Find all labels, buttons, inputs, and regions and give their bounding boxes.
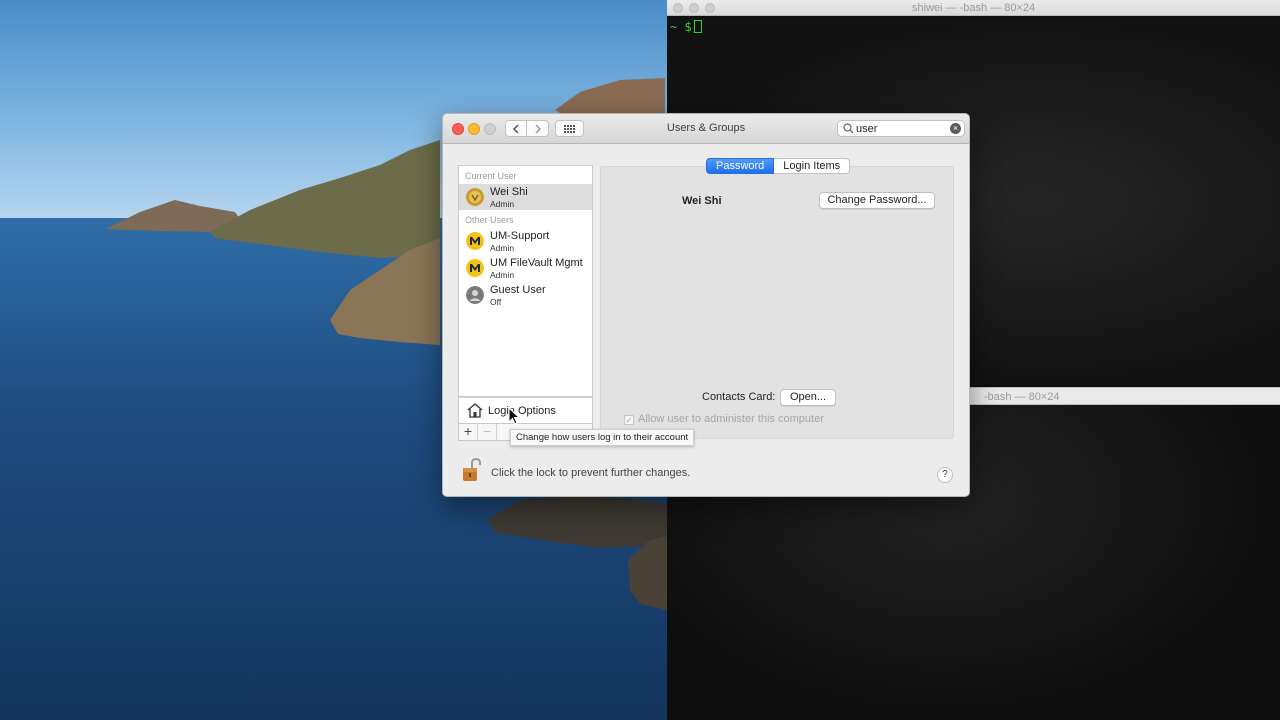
search-icon	[843, 123, 854, 134]
change-password-button[interactable]: Change Password...	[819, 192, 935, 209]
user-list[interactable]: Current User Wei Shi Admin Other Users U…	[458, 165, 593, 397]
user-avatar-icon	[466, 188, 484, 206]
contacts-card-label: Contacts Card:	[702, 391, 776, 403]
guest-avatar-icon	[466, 286, 484, 304]
terminal-cursor	[693, 20, 702, 33]
login-options-item[interactable]: Login Options	[458, 397, 593, 424]
house-icon	[467, 403, 483, 418]
terminal-title-bar[interactable]: shiwei — -bash — 80×24	[667, 0, 1280, 16]
remove-user-button[interactable]: −	[478, 424, 497, 440]
second-terminal-title-bar[interactable]: -bash — 80×24	[970, 387, 1280, 405]
user-name: Guest User	[490, 284, 546, 296]
second-terminal-title: -bash — 80×24	[984, 391, 1060, 403]
user-name: Wei Shi	[490, 186, 528, 198]
admin-checkbox-row[interactable]: ✓ Allow user to administer this computer	[624, 413, 824, 425]
admin-checkbox[interactable]: ✓	[624, 415, 634, 425]
user-name: UM-Support	[490, 230, 550, 242]
user-row-um-support[interactable]: UM-Support Admin	[459, 228, 592, 254]
tab-login-items[interactable]: Login Items	[774, 158, 851, 174]
lock-icon[interactable]	[461, 457, 483, 483]
user-row-wei-shi[interactable]: Wei Shi Admin	[459, 184, 592, 210]
login-options-label: Login Options	[488, 405, 556, 417]
terminal-prompt-line[interactable]: ~ $	[667, 17, 705, 37]
terminal-title: shiwei — -bash — 80×24	[911, 2, 1036, 14]
user-name: UM FileVault Mgmt	[490, 257, 583, 269]
lock-message: Click the lock to prevent further change…	[491, 467, 691, 479]
user-role: Admin	[490, 270, 515, 280]
login-options-tooltip: Change how users log in to their account	[510, 429, 695, 446]
clear-search-icon[interactable]: ×	[950, 123, 961, 134]
tab-password[interactable]: Password	[706, 158, 775, 174]
user-role: Admin	[490, 199, 515, 209]
current-user-header: Current User	[465, 171, 517, 181]
pane-tabs: Password Login Items	[706, 158, 851, 174]
mouse-cursor-icon	[508, 407, 520, 425]
help-button[interactable]: ?	[937, 467, 953, 483]
user-role: Off	[490, 297, 502, 307]
open-contacts-button[interactable]: Open...	[780, 389, 836, 406]
terminal-prompt: ~ $	[670, 20, 692, 34]
window-title-bar[interactable]: Users & Groups user ×	[443, 114, 969, 144]
search-field[interactable]: user ×	[837, 120, 965, 137]
user-row-guest-user[interactable]: Guest User Off	[459, 282, 592, 308]
admin-checkbox-label: Allow user to administer this computer	[638, 413, 824, 425]
selected-user-name: Wei Shi	[682, 195, 722, 207]
search-input[interactable]: user	[856, 123, 877, 135]
um-logo-avatar-icon	[466, 259, 484, 277]
other-users-header: Other Users	[465, 215, 514, 225]
um-logo-avatar-icon	[466, 232, 484, 250]
user-role: Admin	[490, 243, 515, 253]
add-user-button[interactable]: +	[459, 424, 478, 440]
user-row-um-filevault-mgmt[interactable]: UM FileVault Mgmt Admin	[459, 255, 592, 281]
